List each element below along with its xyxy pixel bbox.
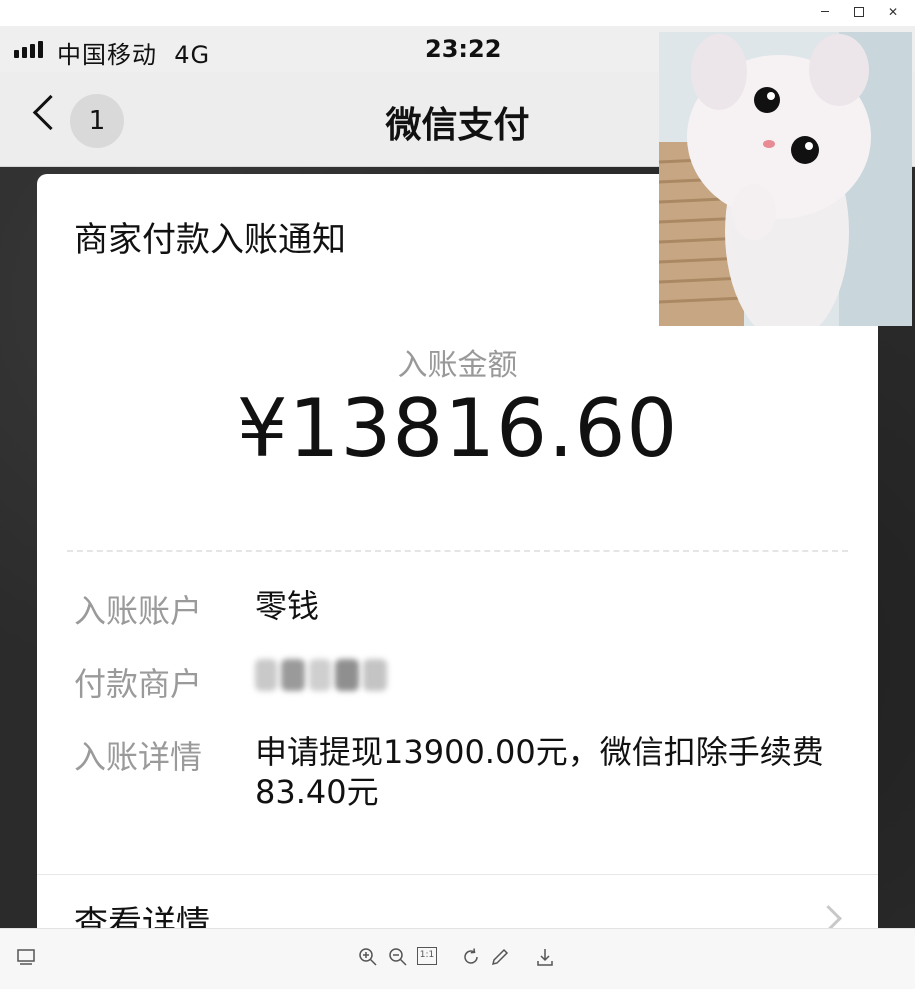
card-title: 商家付款入账通知 — [74, 220, 346, 260]
view-details-link[interactable]: 查看详情 — [74, 896, 210, 928]
network-type: 4G — [174, 41, 211, 69]
zoom-in-icon[interactable] — [358, 947, 378, 967]
dashed-divider — [67, 550, 848, 552]
actual-size-button[interactable]: 1:1 — [417, 947, 437, 965]
cat-illustration — [659, 32, 912, 326]
merchant-name-redacted — [255, 654, 387, 696]
row-value-details: 申请提现13900.00元，微信扣除手续费83.40元 — [255, 733, 824, 811]
row-label-account: 入账账户 — [74, 592, 203, 630]
window-titlebar: ✕ — [0, 0, 915, 26]
pencil-icon[interactable] — [490, 947, 510, 967]
amount-value: ¥13816.60 — [236, 382, 679, 475]
carrier-name: 中国移动 — [57, 41, 157, 69]
row-value-account: 零钱 — [255, 587, 320, 625]
row-label-details: 入账详情 — [74, 738, 203, 776]
card-divider — [37, 874, 878, 875]
minimize-icon[interactable] — [817, 4, 833, 20]
viewer-toolbar: 1:1 — [0, 928, 915, 989]
close-icon[interactable]: ✕ — [885, 4, 901, 20]
status-time: 23:22 — [425, 35, 502, 63]
download-icon[interactable] — [535, 947, 555, 967]
chevron-right-icon[interactable] — [815, 905, 842, 928]
thumbnail-icon[interactable] — [16, 947, 36, 967]
carrier-label: 中国移动 4G — [57, 35, 210, 70]
rotate-icon[interactable] — [461, 947, 481, 967]
signal-icon — [14, 41, 43, 58]
amount-label: 入账金额 — [397, 348, 518, 383]
zoom-out-icon[interactable] — [388, 947, 408, 967]
row-label-merchant: 付款商户 — [74, 665, 203, 703]
window-controls: ✕ — [817, 4, 901, 20]
cat-photo-overlay — [659, 32, 912, 326]
maximize-icon[interactable] — [851, 4, 867, 20]
